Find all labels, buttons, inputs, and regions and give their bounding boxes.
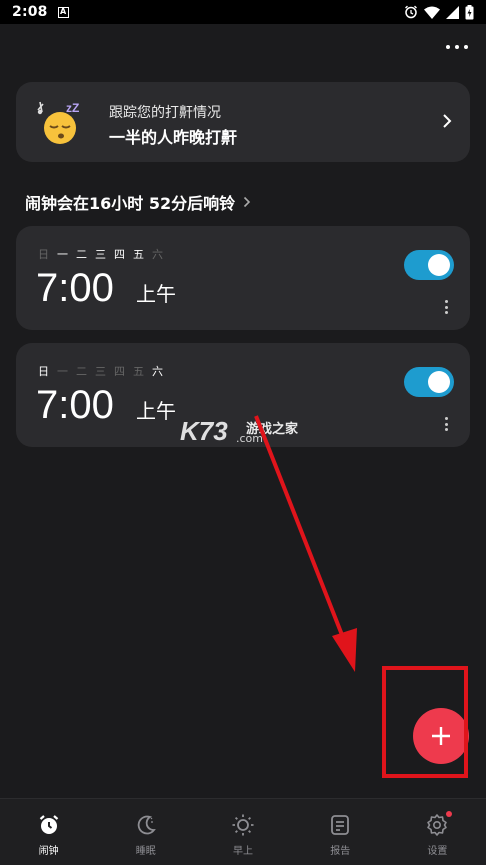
nav-item-settings[interactable]: 设置 <box>389 799 486 865</box>
annotation-highlight-box <box>382 666 468 778</box>
settings-notification-dot <box>446 811 452 817</box>
moon-icon <box>137 815 156 835</box>
gear-icon <box>427 814 448 836</box>
nav-item-report[interactable]: 报告 <box>292 799 389 865</box>
nav-item-morning[interactable]: 早上 <box>194 799 291 865</box>
nav-label: 报告 <box>330 846 351 857</box>
sun-icon <box>232 814 254 836</box>
nav-item-sleep[interactable]: 睡眠 <box>97 799 194 865</box>
nav-label: 设置 <box>427 846 448 857</box>
bottom-nav: 闹钟 睡眠 早上 报告 设置 <box>0 798 486 865</box>
nav-item-alarm[interactable]: 闹钟 <box>0 799 97 865</box>
nav-label: 闹钟 <box>38 846 59 857</box>
alarm-clock-icon <box>39 815 58 834</box>
nav-label: 早上 <box>233 846 253 857</box>
report-icon <box>331 815 350 835</box>
nav-label: 睡眠 <box>135 846 156 857</box>
